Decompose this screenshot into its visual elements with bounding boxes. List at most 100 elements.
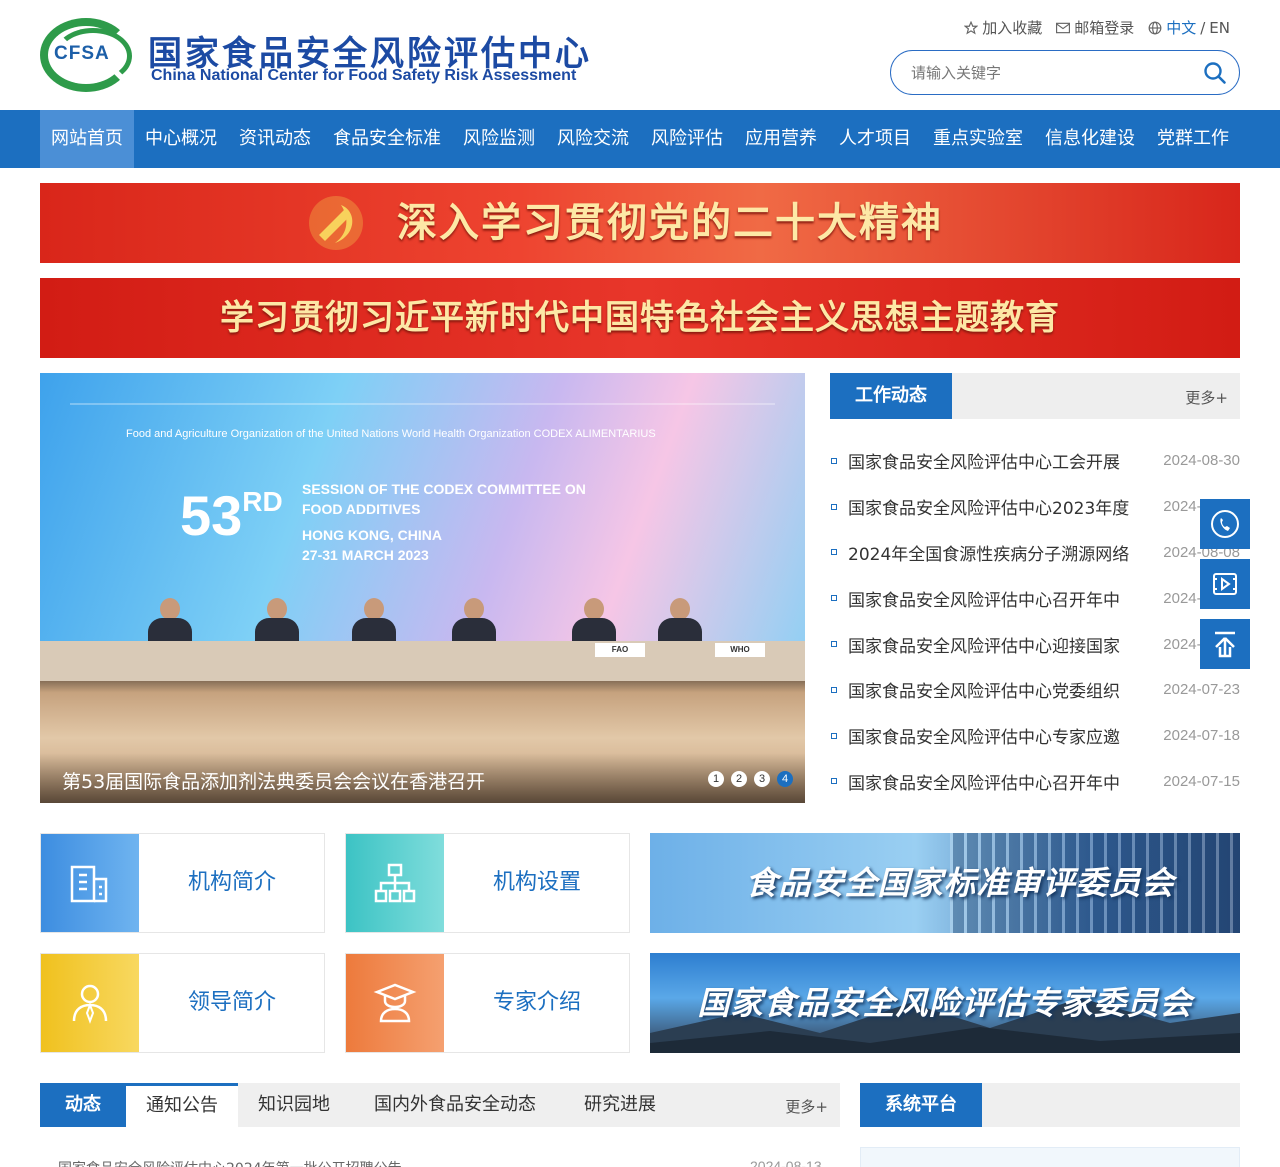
nav-item-home[interactable]: 网站首页 — [40, 110, 134, 168]
floating-toolbar — [1200, 499, 1250, 679]
banner-2-text: 学习贯彻习近平新时代中国特色社会主义思想主题教育 — [220, 298, 1060, 338]
nav-item-overview[interactable]: 中心概况 — [134, 110, 228, 168]
nav-item-key-lab[interactable]: 重点实验室 — [922, 110, 1034, 168]
tile-leadership[interactable]: 领导简介 — [40, 953, 325, 1053]
news-item[interactable]: 国家食品安全风险评估中心召开年中2024-08-02 — [830, 575, 1240, 621]
video-button[interactable] — [1200, 559, 1250, 609]
main-nav: 网站首页 中心概况 资讯动态 食品安全标准 风险监测 风险交流 风险评估 应用营… — [0, 110, 1280, 168]
tile-experts[interactable]: 专家介绍 — [345, 953, 630, 1053]
slide-location-text: HONG KONG, CHINA 27-31 MARCH 2023 — [302, 525, 442, 565]
tab-notices[interactable]: 通知公告 — [126, 1083, 238, 1127]
video-icon — [1213, 573, 1237, 595]
tile-icon-box — [41, 954, 139, 1052]
slide-dot-2[interactable]: 2 — [731, 771, 747, 787]
news-slideshow[interactable]: Food and Agriculture Organization of the… — [40, 373, 805, 803]
news-item[interactable]: 国家食品安全风险评估中心党委组织 2024-07-23 — [830, 667, 1240, 713]
mail-login-label: 邮箱登录 — [1074, 19, 1135, 37]
dynamics-tabs: 通知公告 知识园地 国内外食品安全动态 研究进展 — [126, 1083, 680, 1127]
dynamics-more-link[interactable]: 更多+ — [785, 1096, 828, 1117]
slide-screen-number: 53RD — [180, 483, 283, 548]
mail-login-link[interactable]: 邮箱登录 — [1056, 17, 1134, 38]
slide-caption[interactable]: 第53届国际食品添加剂法典委员会会议在香港召开 — [62, 767, 485, 794]
tile-org-structure[interactable]: 机构设置 — [345, 833, 630, 933]
slide-location: HONG KONG, CHINA — [302, 527, 442, 543]
notice-item-title[interactable]: 国家食品安全风险评估中心2024年第一批公开招聘公告 — [58, 1158, 402, 1167]
tab-food-safety-news[interactable]: 国内外食品安全动态 — [350, 1083, 560, 1127]
nav-item-talent[interactable]: 人才项目 — [828, 110, 922, 168]
lang-en-link[interactable]: EN — [1209, 19, 1230, 37]
nav-item-communication[interactable]: 风险交流 — [546, 110, 640, 168]
lang-cn-link[interactable]: 中文 — [1166, 17, 1196, 38]
slide-number-suffix: RD — [242, 486, 283, 517]
nav-item-nutrition[interactable]: 应用营养 — [734, 110, 828, 168]
news-more-link[interactable]: 更多+ — [1185, 387, 1228, 408]
news-item-title: 国家食品安全风险评估中心2023年度 — [848, 499, 1130, 520]
promo-standards-committee[interactable]: 食品安全国家标准审评委员会 — [650, 833, 1240, 933]
nav-item-news[interactable]: 资讯动态 — [228, 110, 322, 168]
slide-dot-4[interactable]: 4 — [777, 771, 793, 787]
add-favorite-link[interactable]: 加入收藏 — [964, 17, 1042, 38]
news-item-date: 2024-07-18 — [1163, 727, 1240, 745]
site-header: CFSA 国家食品安全风险评估中心 China National Center … — [0, 0, 1280, 110]
promo-expert-committee[interactable]: 国家食品安全风险评估专家委员会 — [650, 953, 1240, 1053]
globe-icon — [1148, 21, 1162, 34]
party-banner-2[interactable]: 学习贯彻习近平新时代中国特色社会主义思想主题教育 — [40, 278, 1240, 358]
lang-separator: / — [1200, 18, 1206, 37]
news-item-title: 国家食品安全风险评估中心召开年中 — [848, 773, 1120, 794]
nav-item-it[interactable]: 信息化建设 — [1034, 110, 1146, 168]
star-icon — [964, 20, 979, 35]
slide-dates: 27-31 MARCH 2023 — [302, 547, 429, 563]
slide-dot-1[interactable]: 1 — [708, 771, 724, 787]
nav-item-party[interactable]: 党群工作 — [1146, 110, 1240, 168]
back-to-top-button[interactable] — [1200, 619, 1250, 669]
nav-item-standards[interactable]: 食品安全标准 — [322, 110, 452, 168]
news-tab-work[interactable]: 工作动态 — [830, 373, 952, 419]
site-title-en[interactable]: China National Center for Food Safety Ri… — [151, 67, 576, 85]
tile-icon-box — [41, 834, 139, 932]
news-item[interactable]: 2024年全国食源性疾病分子溯源网络 2024-08-08 — [830, 530, 1240, 576]
nav-item-monitoring[interactable]: 风险监测 — [452, 110, 546, 168]
system-platform-header: 系统平台 — [860, 1083, 1240, 1127]
news-item-title: 国家食品安全风险评估中心工会开展 — [848, 453, 1120, 474]
nav-item-assessment[interactable]: 风险评估 — [640, 110, 734, 168]
news-list: 国家食品安全风险评估中心工会开展 2024-08-30 国家食品安全风险评估中心2… — [830, 438, 1240, 804]
news-item[interactable]: 国家食品安全风险评估中心专家应邀 2024-07-18 — [830, 713, 1240, 759]
tile-label: 机构简介 — [187, 870, 276, 895]
slide-conference-table — [40, 641, 805, 681]
bullet-icon — [831, 457, 837, 464]
news-item-date: 2024-08-30 — [1163, 452, 1240, 470]
bullet-icon — [831, 549, 837, 556]
news-item[interactable]: 国家食品安全风险评估中心2023年度2024-08-29 — [830, 484, 1240, 530]
news-item-title: 国家食品安全风险评估中心召开年中 — [848, 590, 1120, 611]
news-item[interactable]: 国家食品安全风险评估中心工会开展 2024-08-30 — [830, 438, 1240, 484]
back-to-top-icon — [1215, 631, 1235, 658]
news-item-title: 国家食品安全风险评估中心迎接国家 — [848, 636, 1120, 657]
top-links: 加入收藏 邮箱登录 中文 / EN — [964, 17, 1230, 38]
search-input[interactable] — [911, 61, 1191, 85]
slide-dot-3[interactable]: 3 — [754, 771, 770, 787]
tile-institution-intro[interactable]: 机构简介 — [40, 833, 325, 933]
news-item-title: 国家食品安全风险评估中心党委组织 — [848, 682, 1120, 703]
party-banner-1[interactable]: 深入学习贯彻党的二十大精神 — [40, 183, 1240, 263]
system-platform-tab[interactable]: 系统平台 — [860, 1083, 982, 1127]
news-item[interactable]: 国家食品安全风险评估中心召开年中 2024-07-15 — [830, 759, 1240, 805]
promo-1-text: 食品安全国家标准审评委员会 — [745, 864, 1175, 902]
tab-knowledge[interactable]: 知识园地 — [238, 1083, 350, 1127]
search-icon[interactable] — [1203, 61, 1227, 85]
cfsa-logo[interactable]: CFSA — [40, 18, 132, 92]
tile-label: 专家介绍 — [492, 990, 581, 1015]
news-panel-header: 工作动态 更多+ — [830, 373, 1240, 419]
slide-session-line2: FOOD ADDITIVES — [302, 501, 421, 517]
news-item-date: 2024-07-15 — [1163, 772, 1240, 790]
news-item-title: 国家食品安全风险评估中心专家应邀 — [848, 728, 1120, 749]
org-chart-icon — [374, 863, 416, 903]
tab-research[interactable]: 研究进展 — [560, 1083, 680, 1127]
bullet-icon — [831, 686, 837, 693]
tile-label: 机构设置 — [492, 870, 581, 895]
phone-button[interactable] — [1200, 499, 1250, 549]
work-news-panel: 工作动态 更多+ 国家食品安全风险评估中心工会开展 2024-08-30 国家食品… — [830, 373, 1240, 803]
add-favorite-label: 加入收藏 — [982, 19, 1043, 37]
dynamics-tabbar: 动态 通知公告 知识园地 国内外食品安全动态 研究进展 更多+ — [40, 1083, 840, 1127]
news-item[interactable]: 国家食品安全风险评估中心迎接国家2024-07-29 — [830, 621, 1240, 667]
search-box — [890, 50, 1240, 95]
